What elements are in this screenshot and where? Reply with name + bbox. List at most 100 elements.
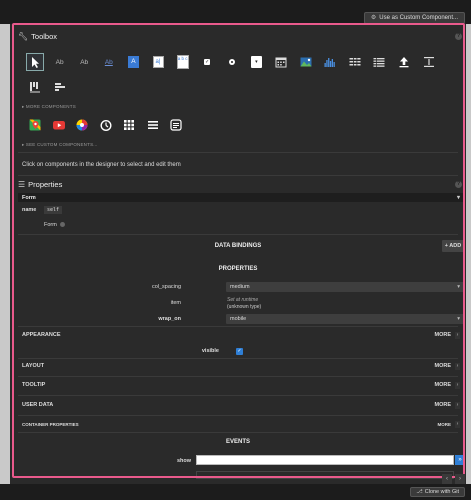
form-selector-bar[interactable]: Form ▾ <box>18 193 464 202</box>
properties-heading: PROPERTIES <box>218 266 258 272</box>
text-tool[interactable]: Ab <box>51 53 69 71</box>
use-as-custom-component-button[interactable]: ⚙ Use as Custom Component... <box>363 12 465 24</box>
visible-label: visible <box>201 348 219 354</box>
name-value-field[interactable]: self <box>44 206 63 214</box>
list-icon <box>373 58 385 67</box>
divider <box>18 432 458 433</box>
google-map-tool[interactable] <box>26 116 44 134</box>
designer-canvas-strip <box>0 24 10 484</box>
add-data-binding-button[interactable]: + ADD <box>442 240 464 252</box>
timer-tool[interactable] <box>97 116 115 134</box>
show-event-label: show <box>176 458 191 464</box>
column-panel-icon <box>30 82 40 93</box>
chevron-right-icon: › <box>455 362 460 370</box>
divider <box>18 358 458 359</box>
color-tool[interactable] <box>73 116 91 134</box>
chevron-down-icon: ▾ <box>457 284 460 290</box>
column-panel-tool[interactable] <box>26 78 44 96</box>
label-tool[interactable]: A <box>124 53 142 71</box>
divider <box>18 234 458 235</box>
see-custom-components-toggle[interactable]: ▸ SEE CUSTOM COMPONENTS... <box>22 142 98 148</box>
timer-icon <box>99 119 112 132</box>
name-label: name <box>22 207 37 213</box>
col-spacing-select[interactable]: medium ▾ <box>226 282 464 292</box>
visible-checkbox[interactable]: ✓ <box>236 348 243 355</box>
divider <box>18 326 458 327</box>
show-event-handler-button[interactable]: » <box>455 455 465 465</box>
list-tool[interactable] <box>144 116 162 134</box>
checkbox-tool[interactable]: ✓ <box>198 53 216 71</box>
data-grid-tool[interactable] <box>120 116 138 134</box>
youtube-tool[interactable] <box>50 116 68 134</box>
ab-link-icon: Ab <box>104 58 113 66</box>
rich-text-tool[interactable]: Ab <box>75 53 93 71</box>
tooltip-group[interactable]: TOOLTIP MORE › <box>18 379 464 391</box>
label-icon: A <box>127 56 139 68</box>
dropdown-icon: ▾ <box>250 56 262 68</box>
form-type-link[interactable]: Form <box>44 222 66 228</box>
color-wheel-icon <box>76 119 88 131</box>
puzzle-icon: ⚙ <box>370 15 377 21</box>
datepicker-tool[interactable] <box>272 53 290 71</box>
plot-tool[interactable] <box>321 53 339 71</box>
sliders-icon: ☰ <box>18 179 26 189</box>
item-type-text: (unknown type) <box>227 304 262 310</box>
divider <box>18 152 458 153</box>
divider <box>18 415 458 416</box>
bottom-bar: ‹ › ⎇ Clone with Git <box>0 474 471 500</box>
chevron-right-icon: › <box>455 420 460 428</box>
grid-dots-icon <box>124 120 134 130</box>
git-icon: ⎇ <box>416 489 423 495</box>
bar-chart-icon <box>324 58 335 67</box>
next-event-input[interactable] <box>196 471 454 479</box>
ab-rich-text-icon: Ab <box>80 58 89 66</box>
layout-group[interactable]: LAYOUT MORE › <box>18 360 464 372</box>
flow-panel-tool[interactable] <box>51 78 69 96</box>
grid-tool[interactable] <box>346 53 364 71</box>
divider <box>18 395 458 396</box>
radio-tool[interactable] <box>223 53 241 71</box>
chevron-right-icon: › <box>455 381 460 389</box>
col-spacing-label: col_spacing <box>151 284 181 290</box>
properties-help-icon[interactable]: ? <box>455 181 462 188</box>
appearance-group[interactable]: APPEARANCE MORE › <box>18 329 464 341</box>
toolbox-header[interactable]: 🔧︎ Toolbox <box>18 30 57 42</box>
item-runtime-text: Set at runtime <box>227 297 259 303</box>
ab-text-icon: Ab <box>55 58 64 66</box>
user-data-group[interactable]: USER DATA MORE › <box>18 399 464 411</box>
top-bar: ⚙ Use as Custom Component... <box>0 0 471 24</box>
cursor-icon <box>32 57 39 68</box>
list-lines-icon <box>147 121 158 129</box>
expand-icon[interactable]: › <box>455 474 465 484</box>
clone-with-git-button[interactable]: ⎇ Clone with Git <box>410 487 465 497</box>
spacer-icon <box>423 57 434 67</box>
designer-canvas-strip-right <box>466 24 471 484</box>
map-icon <box>29 119 41 131</box>
toolbox-help-icon[interactable]: ? <box>455 33 462 40</box>
textarea-tool[interactable]: a b c <box>174 53 192 71</box>
pointer-tool[interactable] <box>26 53 44 71</box>
link-tool[interactable]: Ab <box>100 53 118 71</box>
textbox-tool[interactable]: a| <box>149 53 167 71</box>
events-heading: EVENTS <box>225 439 250 445</box>
file-loader-tool[interactable] <box>395 53 413 71</box>
dropdown-tool[interactable]: ▾ <box>247 53 265 71</box>
container-properties-group[interactable]: CONTAINER PROPERTIES MORE › <box>18 418 464 430</box>
show-event-input[interactable] <box>196 455 454 465</box>
wrap-on-select[interactable]: mobile ▾ <box>226 314 464 324</box>
spacer-tool[interactable] <box>420 53 438 71</box>
textarea-icon: a b c <box>176 55 189 69</box>
properties-header[interactable]: ☰ Properties <box>18 178 62 190</box>
checkbox-icon: ✓ <box>204 59 211 65</box>
item-label: item <box>170 300 181 306</box>
text-block-tool[interactable] <box>167 116 185 134</box>
repeating-panel-tool[interactable] <box>370 53 388 71</box>
more-components-toggle[interactable]: ▸ MORE COMPONENTS <box>22 104 76 110</box>
chevron-down-icon: ▾ <box>457 316 460 322</box>
properties-panel: 🔧︎ Toolbox ? ▸ MORE COMPONENTS ▸ SEE CUS… <box>10 24 466 484</box>
collapse-icon[interactable]: ‹ <box>442 474 452 484</box>
help-circle-icon <box>60 222 66 228</box>
grid-icon <box>349 58 361 66</box>
youtube-icon <box>52 121 65 130</box>
image-tool[interactable] <box>297 53 315 71</box>
